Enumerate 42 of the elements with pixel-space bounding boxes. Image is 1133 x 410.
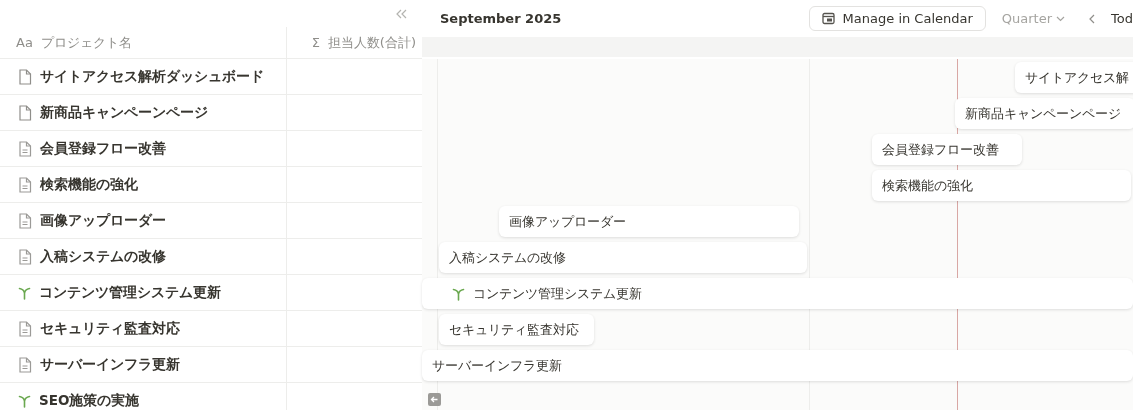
project-name[interactable]: コンテンツ管理システム更新 <box>39 282 221 303</box>
project-name[interactable]: 検索機能の強化 <box>40 174 138 195</box>
calendar-icon <box>821 12 835 25</box>
today-button[interactable]: Tod <box>1111 8 1133 29</box>
timeline-bar[interactable]: 画像アップローダー <box>499 206 799 237</box>
timeline-bar[interactable]: 検索機能の強化 <box>872 170 1131 201</box>
back-icon[interactable] <box>428 393 441 406</box>
collapse-icon[interactable] <box>396 8 408 19</box>
project-name[interactable]: 会員登録フロー改善 <box>40 138 166 159</box>
project-name[interactable]: セキュリティ監査対応 <box>40 318 180 339</box>
sprout-icon <box>18 393 31 408</box>
timeline-bar[interactable]: サイトアクセス解 <box>1015 62 1133 93</box>
project-name[interactable]: 入稿システムの改修 <box>40 246 166 267</box>
column-header[interactable]: プロジェクト名 <box>40 32 132 53</box>
timeline-bar[interactable]: セキュリティ監査対応 <box>439 314 594 345</box>
document-icon <box>18 320 32 337</box>
project-name[interactable]: 新商品キャンペーンページ <box>40 102 208 123</box>
document-icon <box>18 356 32 373</box>
document-icon <box>18 212 32 229</box>
timeline-bar[interactable]: 入稿システムの改修 <box>439 242 807 273</box>
sprout-icon <box>18 285 31 300</box>
project-name[interactable]: サーバーインフラ更新 <box>40 354 180 375</box>
manage-in-calendar-button[interactable]: Manage in Calendar <box>808 6 986 31</box>
page-icon <box>18 68 32 85</box>
project-name[interactable]: サイトアクセス解析ダッシュボード <box>40 66 264 87</box>
sprout-icon <box>452 286 465 301</box>
column-type-label: Aa <box>16 33 33 52</box>
column-header[interactable]: 担当人数(合計) <box>327 32 416 53</box>
timeline-bar[interactable]: 新商品キャンペーンページ <box>955 98 1133 129</box>
chevron-down-icon <box>1056 15 1066 22</box>
timeline-bar[interactable]: サーバーインフラ更新 <box>422 350 1133 381</box>
timeline-bar[interactable]: 会員登録フロー改善 <box>872 134 1022 165</box>
column-type-label: Σ <box>311 33 320 52</box>
project-name[interactable]: SEO施策の実施 <box>39 390 140 410</box>
document-icon <box>18 176 32 193</box>
timeline-bar[interactable]: コンテンツ管理システム更新 <box>422 278 1133 309</box>
page-icon <box>18 104 32 121</box>
project-name[interactable]: 画像アップローダー <box>40 210 166 231</box>
chevron-left-icon[interactable] <box>1089 13 1096 24</box>
month-label: September 2025 <box>440 9 562 28</box>
document-icon <box>18 140 32 157</box>
document-icon <box>18 248 32 265</box>
